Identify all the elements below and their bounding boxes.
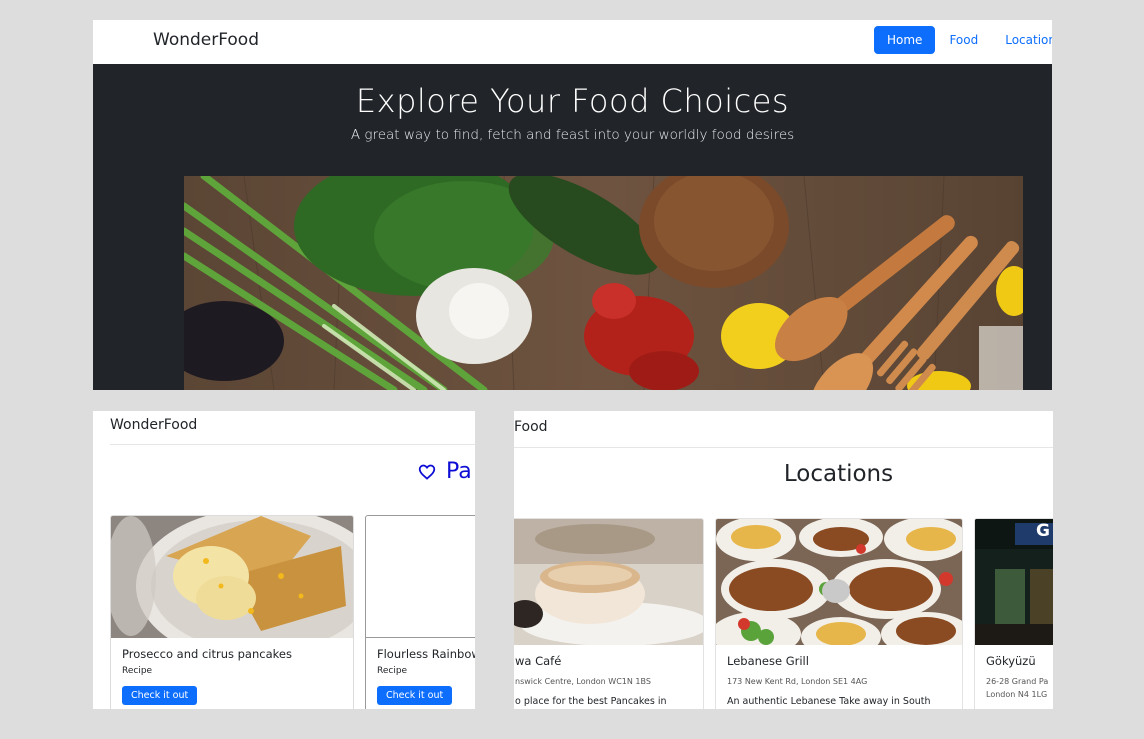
recipe-image-pancakes bbox=[111, 516, 353, 638]
location-address: 173 New Kent Rd, London SE1 4AG bbox=[727, 677, 868, 686]
nav-home-button[interactable]: Home bbox=[874, 26, 936, 54]
navbar-divider bbox=[514, 447, 1053, 448]
favourites-label: Pa bbox=[446, 459, 472, 484]
navbar-brand[interactable]: WonderFood bbox=[153, 30, 259, 50]
nav-food-link[interactable]: Food bbox=[949, 26, 991, 54]
recipes-page-panel: WonderFood Pa Prosecco and citrus pancak… bbox=[93, 411, 475, 709]
recipe-card: Flourless Rainbow Recipe Check it out bbox=[365, 515, 475, 709]
location-card: Lebanese Grill 173 New Kent Rd, London S… bbox=[715, 518, 963, 709]
navbar-brand[interactable]: Food bbox=[514, 419, 548, 435]
recipe-image-placeholder bbox=[366, 516, 475, 638]
navbar-divider bbox=[110, 444, 475, 445]
recipe-title: Prosecco and citrus pancakes bbox=[122, 647, 292, 661]
nav-locations-link[interactable]: Locations bbox=[1005, 26, 1052, 54]
location-address: nswick Centre, London WC1N 1BS bbox=[515, 677, 651, 686]
hero-subtitle: A great way to find, fetch and feast int… bbox=[350, 127, 795, 143]
recipe-type: Recipe bbox=[122, 666, 153, 676]
navbar-brand[interactable]: WonderFood bbox=[110, 417, 197, 433]
location-description: An authentic Lebanese Take away in South bbox=[727, 696, 931, 707]
top-navbar: WonderFood Home Food Locations bbox=[93, 20, 1052, 64]
check-it-out-button[interactable]: Check it out bbox=[122, 686, 198, 705]
location-name: Lebanese Grill bbox=[727, 654, 809, 668]
location-name: wa Café bbox=[515, 654, 562, 668]
hero-section: Explore Your Food Choices A great way to… bbox=[93, 64, 1052, 390]
recipe-type: Recipe bbox=[377, 666, 408, 676]
hero-title: Explore Your Food Choices bbox=[355, 82, 790, 120]
location-image-storefront: G bbox=[975, 519, 1053, 645]
nav-links: Home Food Locations bbox=[874, 26, 1052, 54]
location-card: G Gökyüzü 26-28 Grand Pa London N4 1LG bbox=[974, 518, 1053, 709]
heart-icon bbox=[418, 464, 436, 480]
hero-food-image bbox=[184, 176, 1023, 390]
location-card: wa Café nswick Centre, London WC1N 1BS o… bbox=[514, 518, 704, 709]
location-name: Gökyüzü bbox=[986, 654, 1036, 668]
recipe-card: Prosecco and citrus pancakes Recipe Chec… bbox=[110, 515, 354, 709]
location-address-line2: London N4 1LG bbox=[986, 690, 1048, 699]
location-image-grill bbox=[716, 519, 962, 645]
check-it-out-button[interactable]: Check it out bbox=[377, 686, 453, 705]
store-sign-letter: G bbox=[1036, 521, 1050, 541]
locations-page-panel: Food Locations wa Café nswick Centre, Lo… bbox=[514, 411, 1053, 709]
locations-heading: Locations bbox=[783, 461, 894, 487]
location-description: o place for the best Pancakes in bbox=[515, 696, 667, 707]
home-page-panel: WonderFood Home Food Locations Explore Y… bbox=[93, 20, 1052, 390]
favourites-heading: Pa bbox=[418, 459, 472, 484]
recipe-title: Flourless Rainbow bbox=[377, 647, 475, 661]
location-address-line1: 26-28 Grand Pa bbox=[986, 677, 1049, 686]
location-image-cafe bbox=[514, 519, 703, 645]
